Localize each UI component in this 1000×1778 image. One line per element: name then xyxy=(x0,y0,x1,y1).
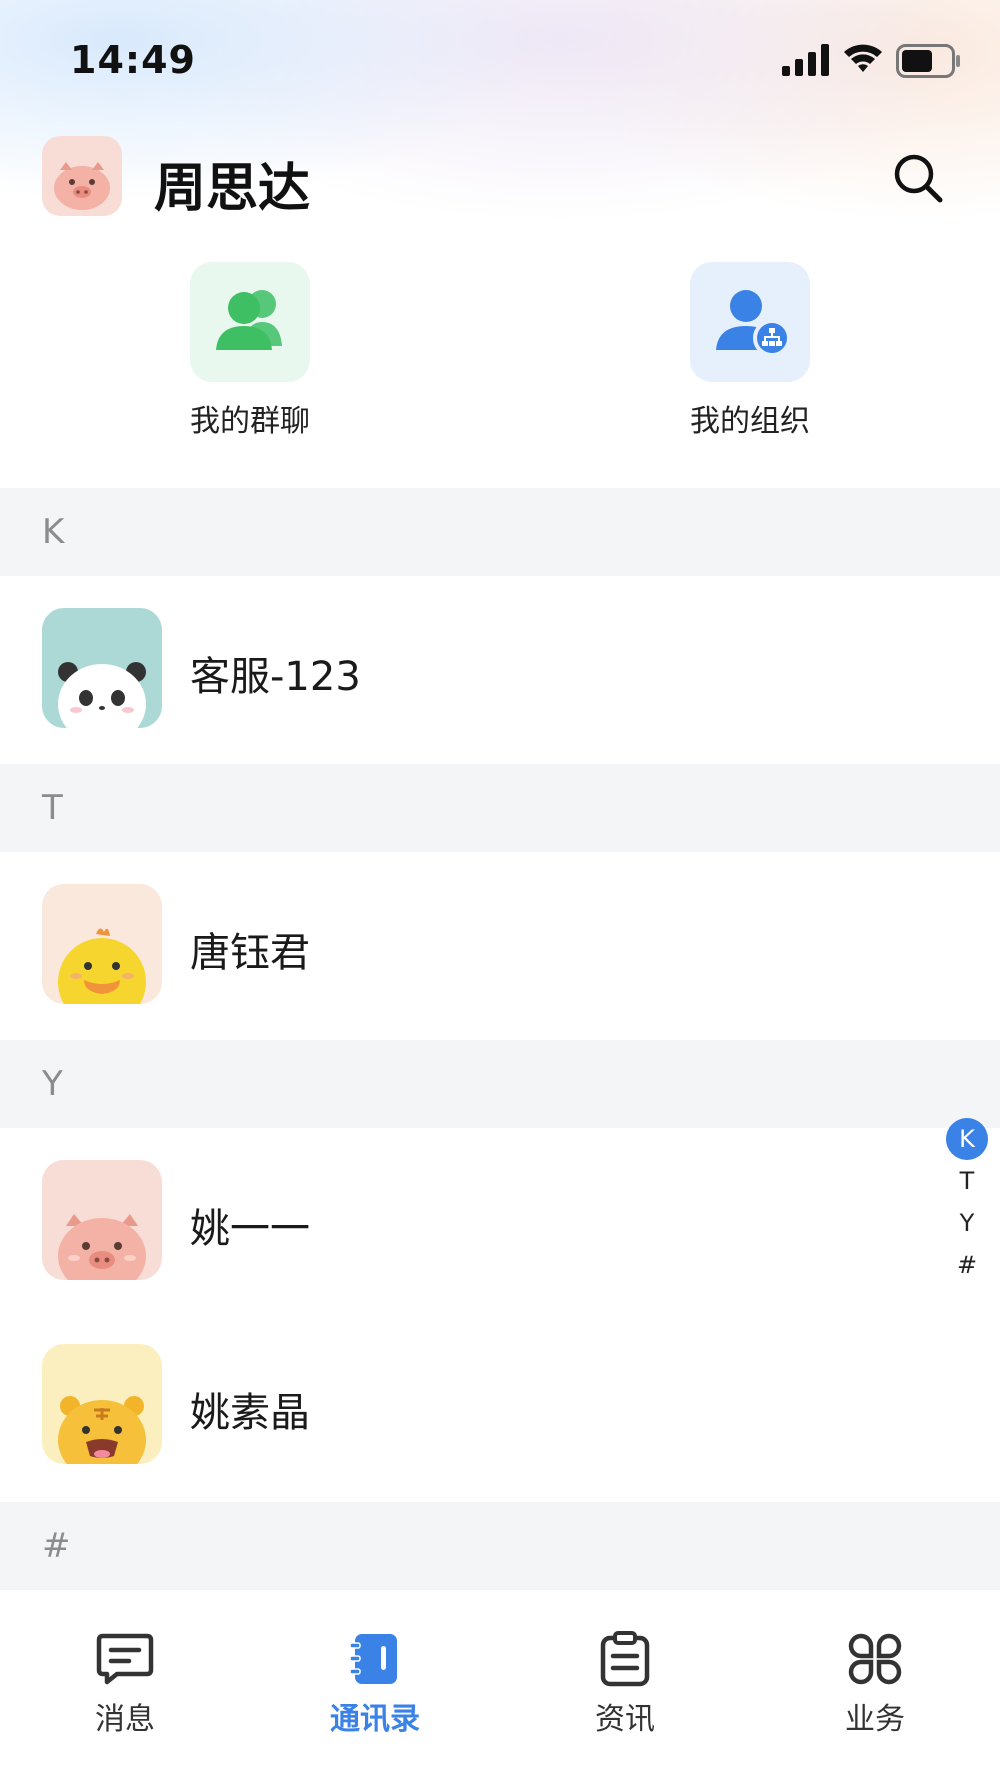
tab-label: 消息 xyxy=(95,1702,155,1737)
section-letter: Y xyxy=(42,1064,63,1104)
section-header-t: T xyxy=(0,764,1000,852)
tab-news[interactable]: 资讯 xyxy=(545,1630,705,1750)
contact-name: 客服-123 xyxy=(190,654,361,700)
alphabet-index-bar[interactable]: K T Y # xyxy=(944,1118,990,1286)
cellular-signal-icon xyxy=(782,44,829,76)
shortcut-label: 我的群聊 xyxy=(190,404,310,439)
contact-row[interactable]: 客服-123 xyxy=(0,576,1000,760)
tab-business[interactable]: 业务 xyxy=(795,1630,955,1750)
user-avatar[interactable] xyxy=(42,136,122,216)
panda-avatar xyxy=(42,608,162,728)
contact-row[interactable]: 姚一一 xyxy=(0,1128,1000,1312)
tab-label: 业务 xyxy=(845,1702,905,1737)
index-letter-y[interactable]: Y xyxy=(944,1202,990,1244)
my-group-chats-button[interactable]: 我的群聊 xyxy=(150,262,350,442)
status-bar: 14:49 xyxy=(0,0,1000,120)
tab-label: 通讯录 xyxy=(330,1702,420,1737)
search-icon[interactable] xyxy=(888,148,948,208)
battery-icon xyxy=(896,44,960,78)
tab-contacts[interactable]: 通讯录 xyxy=(295,1630,455,1750)
section-letter: K xyxy=(42,512,65,552)
shortcut-label: 我的组织 xyxy=(690,404,810,439)
section-header-y: Y xyxy=(0,1040,1000,1128)
my-organization-button[interactable]: 我的组织 xyxy=(650,262,850,442)
group-chat-icon xyxy=(190,262,310,382)
message-icon xyxy=(96,1633,154,1685)
section-letter: # xyxy=(42,1526,71,1566)
section-header-hash: # xyxy=(0,1502,1000,1590)
tiger-avatar xyxy=(42,1344,162,1464)
tab-messages[interactable]: 消息 xyxy=(45,1630,205,1750)
contact-name: 唐钰君 xyxy=(190,930,310,976)
tab-label: 资讯 xyxy=(595,1702,655,1737)
index-letter-k[interactable]: K xyxy=(946,1118,988,1160)
contact-row[interactable]: 姚素晶 xyxy=(0,1312,1000,1496)
contact-name: 姚一一 xyxy=(190,1206,310,1252)
pig-avatar xyxy=(42,1160,162,1280)
wifi-icon xyxy=(844,44,882,72)
contacts-book-icon xyxy=(349,1634,397,1684)
bottom-tab-bar: 消息 通讯录 资讯 业务 xyxy=(0,1600,1000,1778)
section-header-k: K xyxy=(0,488,1000,576)
page-title: 周思达 xyxy=(154,159,311,219)
clipboard-icon xyxy=(600,1631,650,1687)
chick-avatar xyxy=(42,884,162,1004)
organization-icon xyxy=(690,262,810,382)
index-letter-t[interactable]: T xyxy=(944,1160,990,1202)
page-header: 周思达 xyxy=(0,130,1000,230)
shortcut-row: 我的群聊 我的组织 xyxy=(0,262,1000,442)
contact-name: 姚素晶 xyxy=(190,1390,310,1436)
index-letter-hash[interactable]: # xyxy=(944,1244,990,1286)
grid-apps-icon xyxy=(848,1633,902,1685)
status-time: 14:49 xyxy=(70,38,196,82)
section-letter: T xyxy=(42,788,63,828)
pig-avatar-icon xyxy=(54,162,110,210)
contact-row[interactable]: 唐钰君 xyxy=(0,852,1000,1036)
